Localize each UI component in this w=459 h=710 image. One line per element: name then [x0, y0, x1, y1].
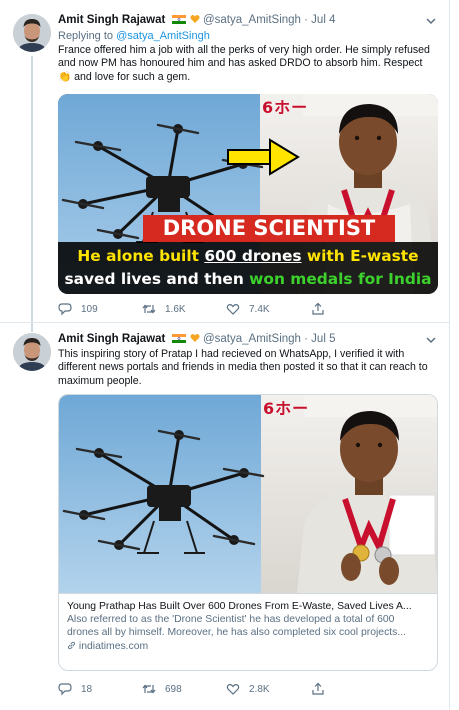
banner-line-2: saved lives and then won medals for Indi… [58, 268, 438, 291]
bg-sign: 6ホー [262, 98, 309, 117]
link-icon [67, 641, 76, 650]
card-title: Young Prathap Has Built Over 600 Drones … [67, 601, 412, 612]
like-count: 2.8K [249, 683, 270, 695]
author-name[interactable]: Amit Singh Rajawat [58, 14, 165, 26]
share-icon [312, 682, 324, 695]
retweet-button[interactable]: 698 [142, 682, 182, 696]
like-button[interactable]: 7.4K [226, 302, 270, 316]
tweet-1[interactable]: Amit Singh Rajawat @satya_AmitSingh · Ju… [0, 0, 450, 324]
card-image: 6ホー [59, 395, 437, 593]
avatar[interactable] [13, 333, 51, 371]
bg-sign: 6ホー [263, 399, 310, 418]
like-count: 7.4K [249, 303, 270, 315]
reply-count: 109 [81, 303, 98, 315]
reply-handle-link[interactable]: @satya_AmitSingh [116, 30, 210, 42]
card-domain-text: indiatimes.com [78, 641, 149, 652]
like-button[interactable]: 2.8K [226, 682, 270, 696]
chevron-down-icon[interactable] [424, 334, 438, 346]
thread-line [31, 56, 33, 324]
retweet-icon [142, 304, 156, 314]
orange-heart-icon [190, 15, 200, 23]
orange-heart-icon [190, 334, 200, 342]
banner-line1-post: with E-waste [301, 247, 419, 265]
tweet-time[interactable]: · Jul 4 [304, 14, 335, 26]
author-name[interactable]: Amit Singh Rajawat [58, 333, 165, 345]
image-banner-dark: He alone built 600 drones with E-waste s… [58, 242, 438, 294]
timeline: Amit Singh Rajawat @satya_AmitSingh · Ju… [0, 0, 450, 710]
banner-line2-highlight: won medals for India [249, 270, 432, 288]
banner-line-1: He alone built 600 drones with E-waste [58, 245, 438, 268]
flag-india-icon [171, 334, 186, 343]
share-button[interactable] [311, 302, 325, 316]
author-handle[interactable]: @satya_AmitSingh [203, 14, 301, 26]
retweet-icon [142, 684, 156, 694]
link-card[interactable]: 6ホー Young Prathap Has Built Over 600 Dro… [58, 394, 438, 671]
reply-context: Replying to @satya_AmitSingh [58, 30, 210, 42]
reply-count: 18 [81, 683, 93, 695]
banner-line1-pre: He alone built [77, 247, 205, 265]
drone-image [59, 395, 437, 593]
retweet-count: 698 [165, 683, 182, 695]
tweet-header: Amit Singh Rajawat @satya_AmitSingh · Ju… [58, 333, 438, 349]
tweet-image[interactable]: 6ホー DRONE SCIENTIST He alone built 600 d… [58, 94, 438, 294]
reply-icon [58, 683, 72, 696]
retweet-button[interactable]: 1.6K [142, 302, 186, 316]
chevron-down-icon[interactable] [424, 15, 438, 27]
tweet-actions: 109 1.6K 7.4K [58, 302, 398, 318]
author-handle[interactable]: @satya_AmitSingh [203, 333, 301, 345]
tweet-text: France offered him a job with all the pe… [58, 44, 430, 83]
banner-line2-pre: saved lives and then [64, 270, 250, 288]
like-icon [226, 304, 240, 315]
card-description: Also referred to as the 'Drone Scientist… [67, 614, 407, 638]
reply-icon [58, 303, 72, 316]
thread-line-top [31, 323, 33, 332]
reply-button[interactable]: 109 [58, 302, 98, 316]
retweet-count: 1.6K [165, 303, 186, 315]
card-domain: indiatimes.com [67, 640, 429, 653]
image-banner-red: DRONE SCIENTIST [143, 215, 395, 242]
tweet-time[interactable]: · Jul 5 [304, 333, 335, 345]
tweet-2[interactable]: Amit Singh Rajawat @satya_AmitSingh · Ju… [0, 323, 450, 710]
banner-line1-highlight: 600 drones [204, 247, 302, 265]
tweet-actions: 18 698 2.8K [58, 682, 398, 698]
reply-prefix: Replying to [58, 30, 114, 42]
share-icon [312, 302, 324, 315]
tweet-header: Amit Singh Rajawat @satya_AmitSingh · Ju… [58, 14, 438, 30]
like-icon [226, 684, 240, 695]
avatar[interactable] [13, 14, 51, 52]
share-button[interactable] [311, 682, 325, 696]
card-body: Young Prathap Has Built Over 600 Drones … [59, 593, 437, 659]
tweet-text: This inspiring story of Pratap I had rec… [58, 348, 428, 387]
flag-india-icon [171, 15, 186, 24]
reply-button[interactable]: 18 [58, 682, 92, 696]
